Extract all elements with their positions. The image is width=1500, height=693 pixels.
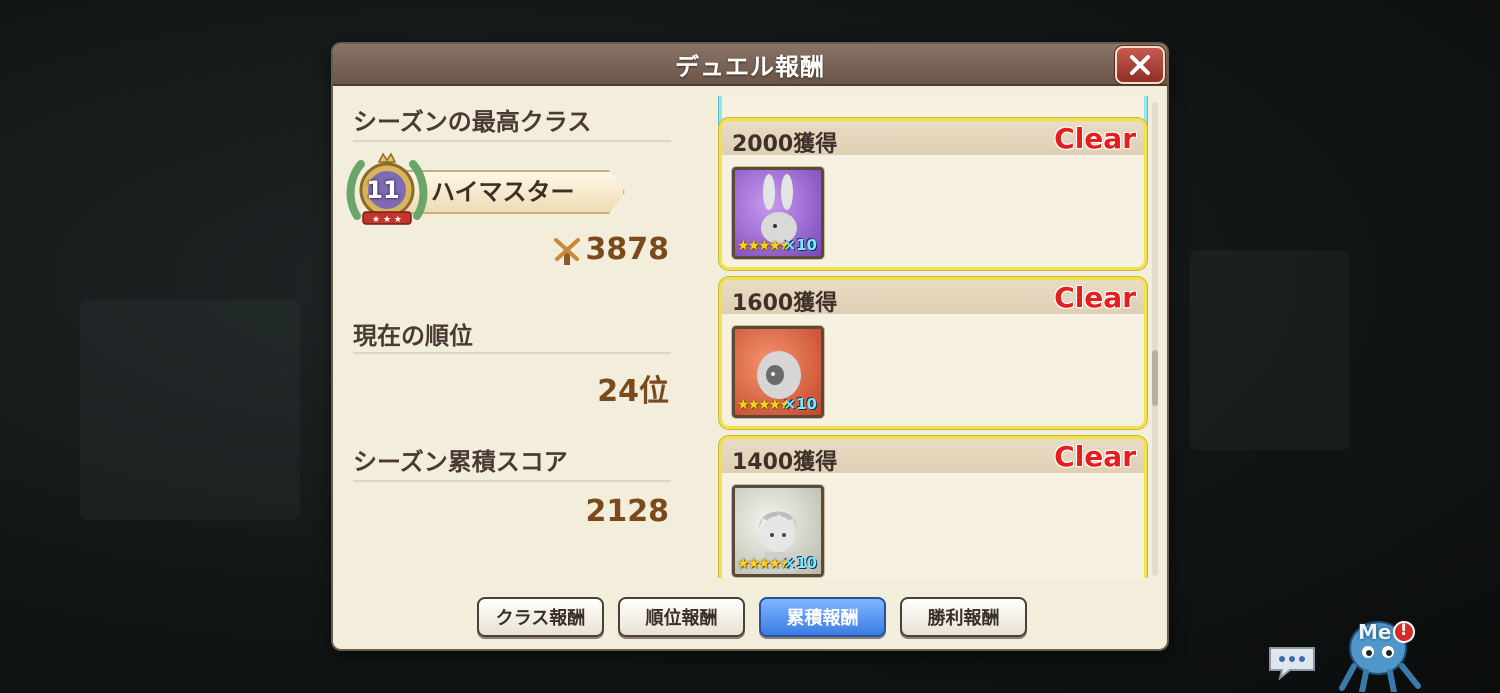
dialog-header: デュエル報酬 [333, 44, 1167, 86]
item-quantity: ×10 [783, 395, 817, 413]
background-shape [1190, 250, 1350, 450]
close-button[interactable] [1115, 46, 1165, 84]
reward-list-scrollbar[interactable] [1152, 102, 1158, 576]
reward-item[interactable]: ★★★★★ ×10 [732, 326, 824, 418]
item-quantity: ×10 [783, 554, 817, 572]
class-name: ハイマスター [431, 178, 575, 206]
close-x-icon [1130, 55, 1150, 75]
tab-class-reward[interactable]: クラス報酬 [477, 597, 604, 637]
divider [353, 352, 671, 354]
reward-title: 2000獲得 [732, 132, 838, 157]
current-rank-value: 24位 [597, 374, 669, 409]
rarity-stars: ★★★★★ [737, 238, 792, 254]
menu-mascot-button[interactable]: Me ! [1334, 606, 1430, 692]
clear-status: Clear [1054, 281, 1136, 314]
mascot-icon [1339, 621, 1421, 692]
divider [353, 140, 671, 142]
clear-status: Clear [1054, 122, 1136, 155]
windmill-icon [554, 238, 580, 265]
class-points: 3878 [585, 232, 670, 267]
dialog-title: デュエル報酬 [675, 52, 825, 81]
rarity-stars: ★★★★★ [737, 397, 792, 413]
reward-card[interactable]: 1400獲得 Clear ★★★★★ ×10 [719, 436, 1147, 578]
chat-bubble-icon[interactable] [1266, 644, 1318, 682]
tab-win-reward[interactable]: 勝利報酬 [900, 597, 1027, 637]
mascot-badge: ! [1400, 620, 1408, 639]
class-level: 11 [366, 176, 400, 204]
cumulative-score-value: 2128 [585, 494, 670, 529]
reward-title: 1600獲得 [732, 291, 838, 316]
reward-card-header: 2000獲得 Clear [722, 121, 1144, 157]
tab-cumulative-reward[interactable]: 累積報酬 [759, 597, 886, 637]
scroll-thumb[interactable] [1152, 350, 1158, 406]
mascot-label: Me [1358, 620, 1392, 644]
item-quantity: ×10 [783, 236, 817, 254]
reward-card-header: 1600獲得 Clear [722, 280, 1144, 316]
reward-card[interactable]: 2000獲得 Clear ★★★★★ ×10 [719, 118, 1147, 270]
divider [353, 480, 671, 482]
background-shape [80, 300, 300, 520]
reward-card-header: 1400獲得 Clear [722, 439, 1144, 475]
reward-card[interactable]: 1600獲得 Clear ★★★★★ ×10 [719, 277, 1147, 429]
reward-item[interactable]: ★★★★★ ×10 [732, 485, 824, 577]
rarity-stars: ★★★★★ [737, 556, 792, 572]
current-rank-label: 現在の順位 [353, 322, 473, 350]
cumulative-score-label: シーズン累積スコア [353, 448, 568, 476]
svg-text:★ ★ ★: ★ ★ ★ [372, 215, 402, 225]
duel-reward-dialog: デュエル報酬 シーズンの最高クラス ★ ★ ★ 11 ハイマスター 3878 現… [333, 44, 1167, 649]
reward-list[interactable]: 2000獲得 Clear ★★★★★ ×10 1600獲得 Clear ★★★★… [715, 96, 1155, 578]
clear-status: Clear [1054, 440, 1136, 473]
best-class-label: シーズンの最高クラス [353, 108, 592, 136]
reward-title: 1400獲得 [732, 450, 838, 475]
reward-item[interactable]: ★★★★★ ×10 [732, 167, 824, 259]
tab-rank-reward[interactable]: 順位報酬 [618, 597, 745, 637]
